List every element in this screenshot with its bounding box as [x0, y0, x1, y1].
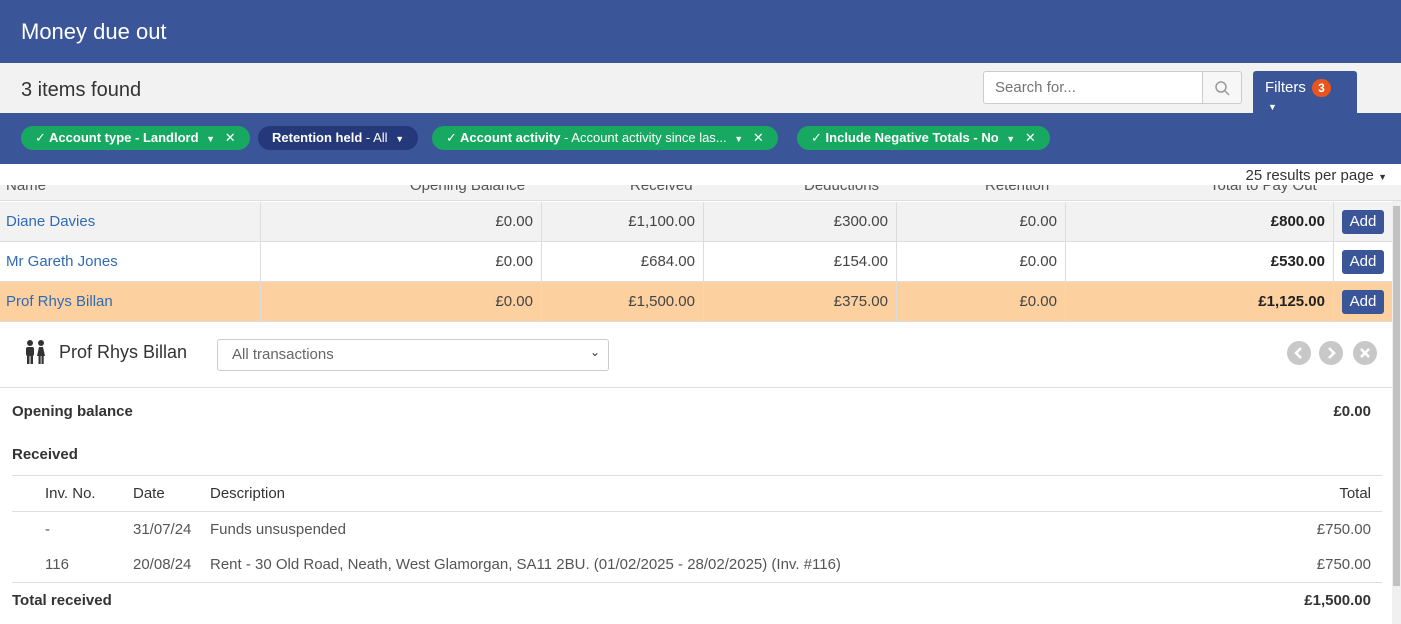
filter-chip-account-activity[interactable]: ✓ Account activity - Account activity si… [432, 126, 778, 150]
top-bar: Money due out [0, 0, 1401, 63]
results-per-page-dropdown[interactable]: 25 results per page ▼ [1245, 167, 1387, 184]
table-row-selected[interactable]: Prof Rhys Billan £0.00 £1,500.00 £375.00… [0, 282, 1392, 322]
row-deductions: £154.00 [704, 242, 897, 282]
chevron-down-icon[interactable]: ▼ [395, 134, 404, 144]
next-record-button[interactable] [1319, 341, 1343, 365]
column-header-name[interactable]: Name [6, 185, 46, 194]
scrollbar-thumb[interactable] [1393, 206, 1400, 586]
close-icon[interactable]: ✕ [225, 130, 236, 145]
filters-button[interactable]: Filters 3 ▼ [1253, 71, 1357, 113]
close-detail-button[interactable] [1353, 341, 1377, 365]
chevron-down-icon[interactable]: ▼ [734, 134, 743, 144]
chevron-down-icon[interactable]: ▼ [1006, 134, 1015, 144]
chevron-down-icon[interactable]: ▼ [206, 134, 215, 144]
table-header: Name Opening Balance Received Deductions… [0, 185, 1401, 201]
filters-label: Filters [1265, 79, 1306, 96]
filters-count-badge: 3 [1312, 79, 1332, 97]
row-deductions: £375.00 [704, 282, 897, 322]
filter-chip-bar: ✓ Account type - Landlord ▼ ✕ Retention … [0, 113, 1401, 164]
transaction-description: Funds unsuspended [210, 521, 346, 538]
transaction-inv-no: - [45, 521, 50, 538]
row-deductions: £300.00 [704, 202, 897, 242]
transactions-filter-select[interactable]: All transactions ⌄ [217, 339, 609, 371]
column-header-total: Total [1339, 485, 1371, 502]
search-input[interactable] [983, 71, 1203, 104]
people-icon [26, 340, 45, 364]
previous-record-button[interactable] [1287, 341, 1311, 365]
column-header-total[interactable]: Total to Pay Out [1210, 185, 1317, 194]
transaction-date: 20/08/24 [133, 556, 192, 573]
chip-label-bold: Account activity [460, 130, 561, 145]
chevron-down-icon: ▼ [1268, 102, 1277, 112]
row-opening-balance: £0.00 [261, 282, 542, 322]
row-opening-balance: £0.00 [261, 242, 542, 282]
total-received-value: £1,500.00 [1304, 592, 1371, 609]
divider [0, 387, 1392, 388]
table-row[interactable]: Mr Gareth Jones £0.00 £684.00 £154.00 £0… [0, 242, 1392, 282]
transaction-inv-no: 116 [45, 556, 69, 573]
check-icon: ✓ [446, 130, 457, 145]
opening-balance-value: £0.00 [1333, 403, 1371, 420]
filter-chip-negative-totals[interactable]: ✓ Include Negative Totals - No ▼ ✕ [797, 126, 1050, 150]
filter-chip-account-type[interactable]: ✓ Account type - Landlord ▼ ✕ [21, 126, 250, 150]
close-icon [1360, 348, 1370, 358]
transaction-total: £750.00 [1316, 556, 1371, 573]
detail-panel: Prof Rhys Billan All transactions ⌄ Open… [0, 323, 1392, 624]
row-received: £1,500.00 [542, 282, 704, 322]
transaction-date: 31/07/24 [133, 521, 192, 538]
chip-label: Account type - Landlord [49, 130, 199, 145]
row-retention: £0.00 [897, 202, 1066, 242]
close-icon[interactable]: ✕ [753, 130, 764, 145]
total-received-label: Total received [12, 592, 112, 609]
column-header-received[interactable]: Received [630, 185, 693, 194]
column-header-description: Description [210, 485, 286, 502]
chip-label: Include Negative Totals - No [825, 130, 999, 145]
row-total: £530.00 [1066, 242, 1334, 282]
table-row[interactable]: Diane Davies £0.00 £1,100.00 £300.00 £0.… [0, 202, 1392, 242]
filter-chip-retention-held[interactable]: Retention held - All ▼ [258, 126, 419, 150]
column-header-inv-no: Inv. No. [45, 485, 96, 502]
transaction-total: £750.00 [1316, 521, 1371, 538]
column-header-deductions[interactable]: Deductions [804, 185, 879, 194]
divider [12, 582, 1382, 583]
chip-label-bold: Retention held [272, 130, 363, 145]
row-retention: £0.00 [897, 242, 1066, 282]
add-button[interactable]: Add [1342, 290, 1384, 314]
page-title: Money due out [21, 19, 167, 44]
detail-person-name: Prof Rhys Billan [59, 342, 188, 362]
search-icon [1215, 81, 1230, 96]
column-header-date: Date [133, 485, 165, 502]
row-name-link[interactable]: Diane Davies [0, 202, 261, 242]
add-button[interactable]: Add [1342, 250, 1384, 274]
row-total: £800.00 [1066, 202, 1334, 242]
column-header-opening-balance[interactable]: Opening Balance [410, 185, 525, 194]
row-total: £1,125.00 [1066, 282, 1334, 322]
row-received: £684.00 [542, 242, 704, 282]
divider [12, 511, 1382, 512]
per-page-label: 25 results per page [1245, 167, 1374, 184]
row-retention: £0.00 [897, 282, 1066, 322]
divider [12, 475, 1382, 476]
add-button[interactable]: Add [1342, 210, 1384, 234]
items-found-count: 3 items found [21, 79, 142, 101]
chip-label-value: - All [362, 130, 388, 145]
chevron-down-icon: ▼ [1378, 172, 1387, 182]
row-opening-balance: £0.00 [261, 202, 542, 242]
opening-balance-label: Opening balance [12, 403, 133, 420]
select-value: All transactions [232, 346, 334, 363]
row-received: £1,100.00 [542, 202, 704, 242]
chevron-down-icon: ⌄ [589, 345, 600, 359]
row-name-link[interactable]: Mr Gareth Jones [0, 242, 261, 282]
chip-label-value: - Account activity since las... [560, 130, 727, 145]
column-header-retention[interactable]: Retention [985, 185, 1049, 194]
received-section-label: Received [12, 446, 78, 463]
row-name-link[interactable]: Prof Rhys Billan [0, 282, 261, 322]
chevron-left-icon [1294, 347, 1302, 359]
search-button[interactable] [1202, 71, 1242, 104]
close-icon[interactable]: ✕ [1025, 130, 1036, 145]
check-icon: ✓ [35, 130, 46, 145]
chevron-right-icon [1328, 347, 1336, 359]
check-icon: ✓ [811, 130, 822, 145]
transaction-description: Rent - 30 Old Road, Neath, West Glamorga… [210, 556, 841, 573]
